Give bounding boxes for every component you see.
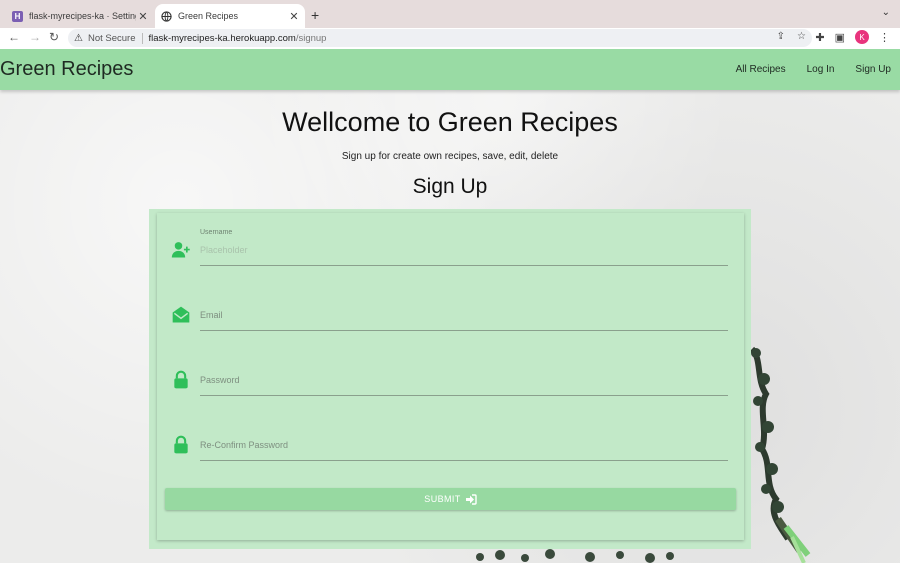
browser-tab-strip: H flask-myrecipes-ka · Settings | ✕ Gree… [0,0,900,28]
envelope-icon [172,306,190,323]
more-menu-icon[interactable]: ⋮ [879,31,890,44]
username-field[interactable]: Username Placeholder [171,226,728,266]
lock-icon [174,370,188,389]
lock-icon [174,435,188,454]
page-viewport: Green Recipes All Recipes Log In Sign Up… [0,49,900,563]
submit-label: SUBMIT [424,494,461,504]
reload-icon[interactable]: ↻ [49,30,59,44]
back-arrow-icon[interactable]: ← [8,30,20,44]
tab-title: Green Recipes [178,11,239,21]
browser-tab-green-recipes[interactable]: Green Recipes ✕ [155,4,305,28]
nav-link-log-in[interactable]: Log In [807,64,835,75]
confirm-password-input[interactable]: Re-Confirm Password [200,440,288,450]
username-input[interactable]: Placeholder [200,245,248,255]
sign-in-icon [465,493,477,505]
browser-toolbar: ← → ↻ ⚠ Not Secure flask-myrecipes-ka.he… [0,28,900,49]
chevron-down-icon[interactable]: ⌄ [882,7,890,18]
confirm-password-field[interactable]: Re-Confirm Password [171,421,728,461]
profile-avatar[interactable]: K [855,30,869,44]
divider [141,32,143,44]
email-input[interactable]: Email [200,310,223,320]
new-tab-button[interactable]: + [311,7,319,23]
site-brand[interactable]: Green Recipes [0,58,133,81]
submit-button[interactable]: SUBMIT [165,488,736,510]
close-tab-icon[interactable]: ✕ [136,10,150,23]
bookmark-star-icon[interactable]: ☆ [797,31,806,42]
extensions-puzzle-icon[interactable]: ✚ [815,31,824,44]
address-bar[interactable]: ⚠ Not Secure flask-myrecipes-ka.herokuap… [68,29,812,47]
kale-decoration [749,346,811,563]
close-tab-icon[interactable]: ✕ [287,10,301,23]
input-underline [200,265,728,266]
url-path: /signup [295,32,327,44]
globe-icon [161,10,172,22]
site-navbar: Green Recipes All Recipes Log In Sign Up [0,49,900,90]
welcome-subtitle: Sign up for create own recipes, save, ed… [341,151,559,162]
email-field[interactable]: Email [171,291,728,331]
forward-arrow-icon[interactable]: → [29,30,41,44]
signup-form: Username Placeholder Email Password Re-C… [157,213,744,540]
share-icon[interactable]: ⇪ [777,31,785,42]
password-input[interactable]: Password [200,375,240,385]
add-user-icon [171,242,190,258]
side-panel-icon[interactable]: ▣ [835,31,845,44]
password-field[interactable]: Password [171,356,728,396]
nav-links: All Recipes Log In Sign Up [736,64,891,75]
tab-title: flask-myrecipes-ka · Settings | [29,11,136,21]
heroku-favicon-icon: H [12,10,23,22]
welcome-heading: Wellcome to Green Recipes [282,107,618,137]
nav-link-sign-up[interactable]: Sign Up [855,64,891,75]
url-host: flask-myrecipes-ka.herokuapp.com [148,32,296,44]
nav-link-all-recipes[interactable]: All Recipes [736,64,786,75]
warning-triangle-icon: ⚠ [74,32,83,44]
form-title: Sign Up [412,175,488,198]
username-label: Username [200,229,233,236]
input-underline [200,330,728,331]
input-underline [200,395,728,396]
input-underline [200,460,728,461]
browser-tab-settings[interactable]: H flask-myrecipes-ka · Settings | ✕ [6,4,154,28]
security-label: Not Secure [87,32,136,44]
